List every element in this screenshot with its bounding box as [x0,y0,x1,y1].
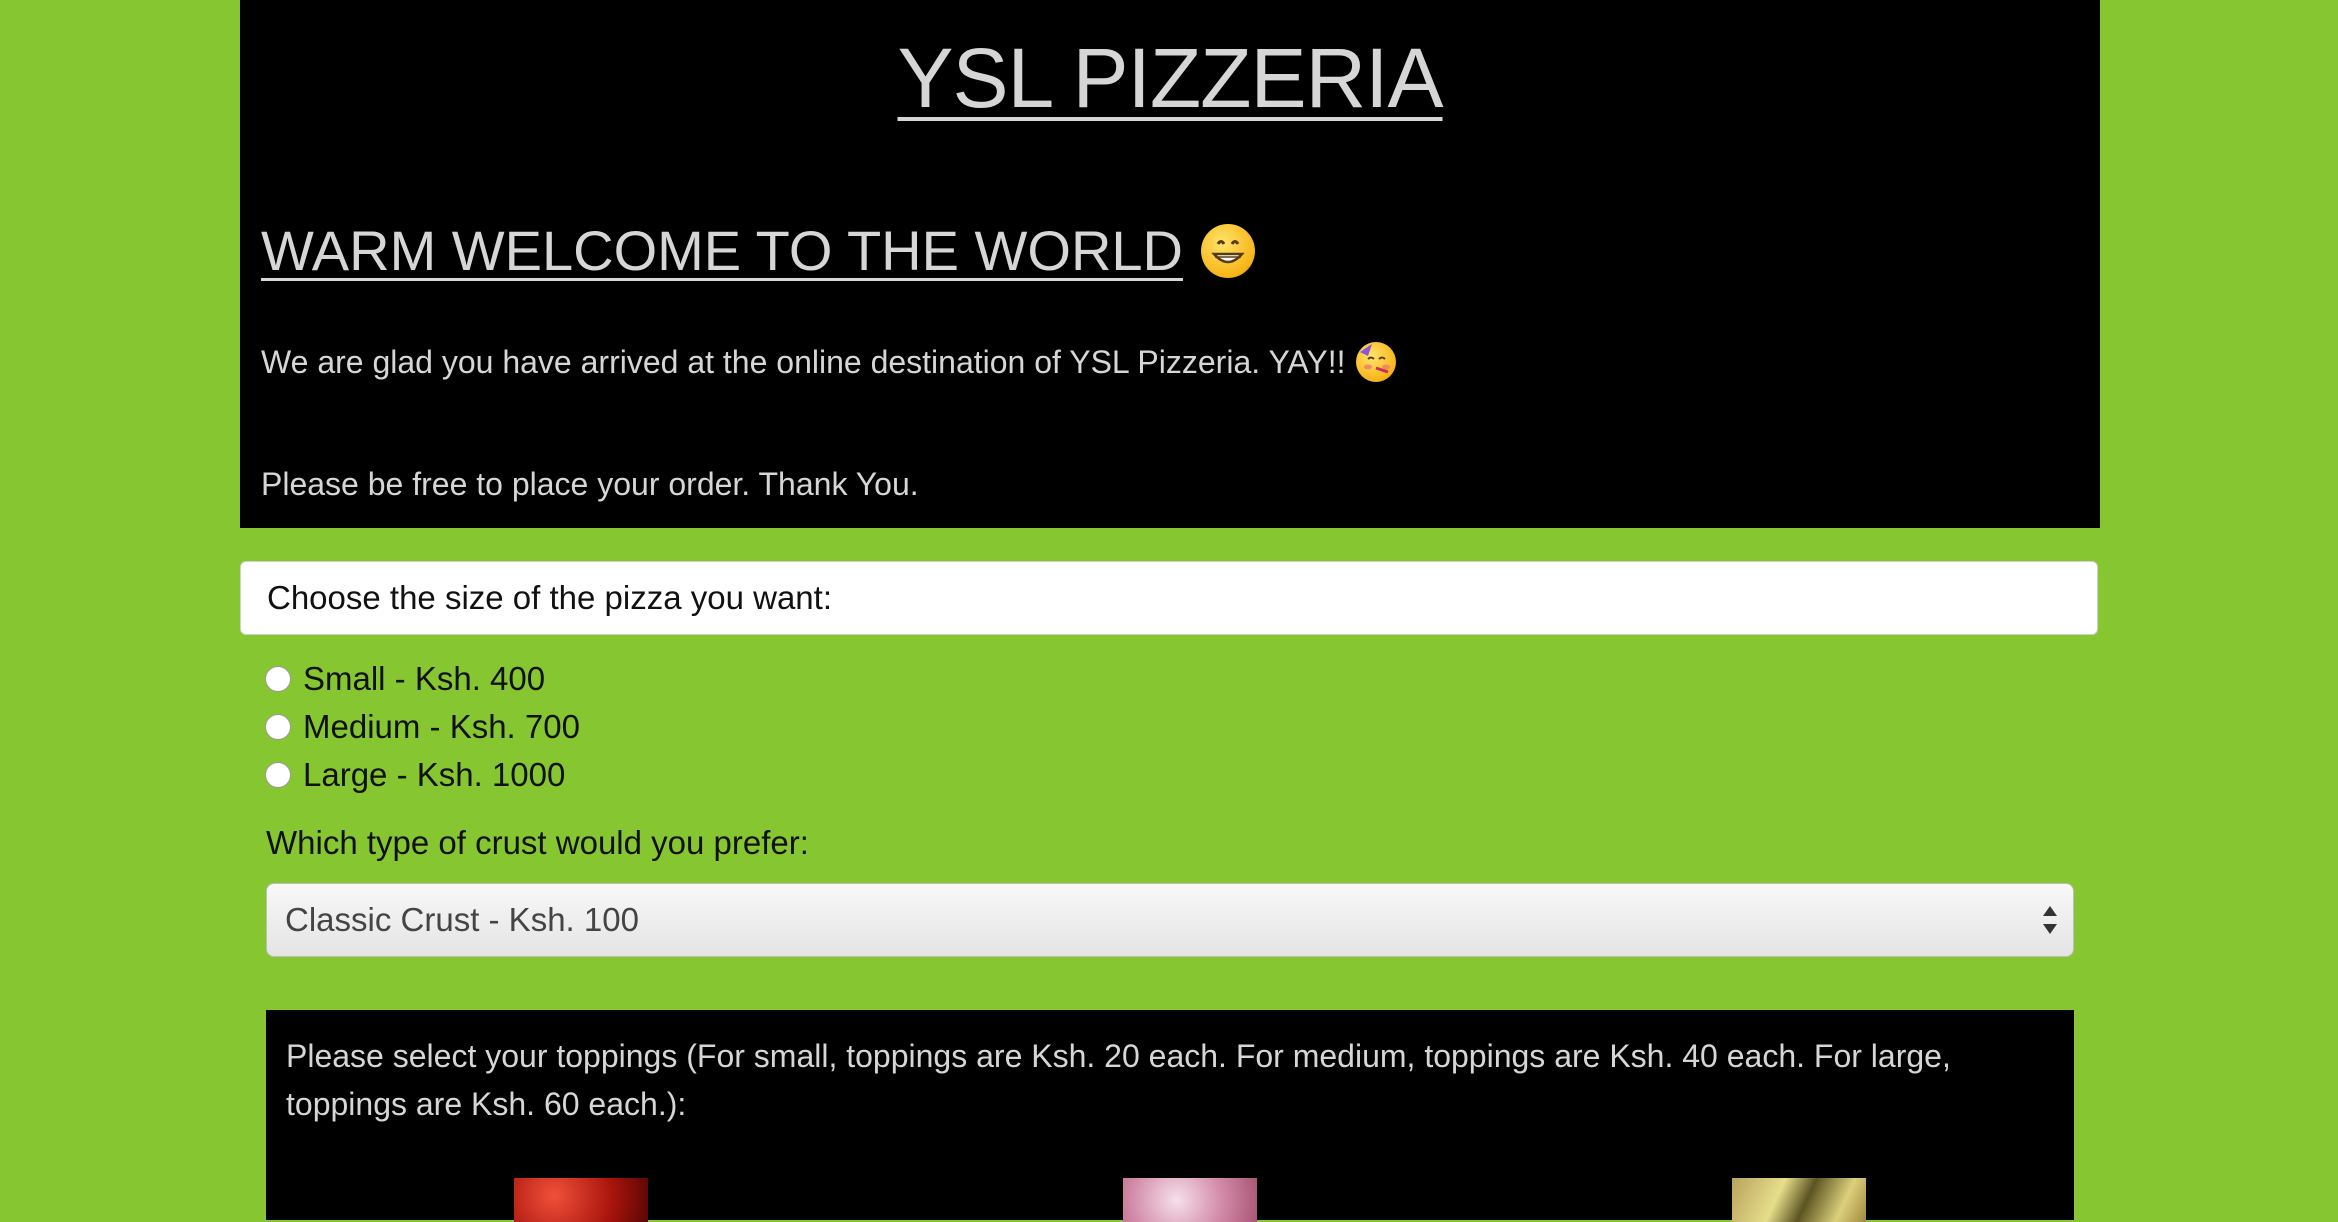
thanks-paragraph: Please be free to place your order. Than… [261,466,919,502]
radio-small[interactable] [265,666,291,692]
onion-topping-image[interactable] [1123,1178,1257,1222]
tomato-topping-image[interactable] [514,1178,648,1222]
pepper-topping-image[interactable] [1732,1178,1866,1222]
header-panel: YSL PIZZERIA WARM WELCOME TO THE WORLD W… [240,0,2100,528]
size-label-small: Small - Ksh. 400 [303,660,546,697]
welcome-heading: WARM WELCOME TO THE WORLD [261,218,1255,283]
select-arrows-icon [2043,906,2057,934]
size-option-small[interactable]: Small - Ksh. 400 [265,660,545,698]
toppings-panel: Please select your toppings (For small, … [266,1010,2074,1222]
size-option-large[interactable]: Large - Ksh. 1000 [265,756,565,794]
size-label-large: Large - Ksh. 1000 [303,756,566,793]
welcome-text: WARM WELCOME TO THE WORLD [261,219,1183,282]
size-prompt: Choose the size of the pizza you want: [267,579,832,616]
intro-text: We are glad you have arrived at the onli… [261,343,1346,380]
size-label-medium: Medium - Ksh. 700 [303,708,580,745]
grinning-face-icon [1200,223,1255,278]
crust-prompt: Which type of crust would you prefer: [266,824,809,861]
size-prompt-box: Choose the size of the pizza you want: [240,561,2098,635]
partying-face-icon [1355,342,1396,382]
radio-medium[interactable] [265,714,291,740]
crust-selected-value: Classic Crust - Ksh. 100 [285,901,639,938]
intro-paragraph: We are glad you have arrived at the onli… [261,342,1396,382]
size-option-medium[interactable]: Medium - Ksh. 700 [265,708,580,746]
radio-large[interactable] [265,762,291,788]
site-title: YSL PIZZERIA [897,31,1443,125]
crust-select[interactable]: Classic Crust - Ksh. 100 [266,883,2074,957]
toppings-prompt: Please select your toppings (For small, … [286,1038,1951,1122]
